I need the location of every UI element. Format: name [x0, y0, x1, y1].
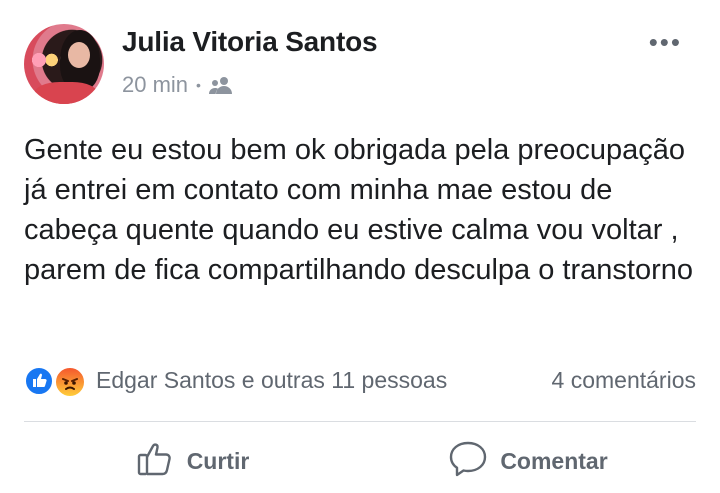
post-meta: 20 min • — [122, 72, 233, 98]
avatar-flowers — [30, 50, 60, 70]
post-header: Julia Vitoria Santos 20 min • ••• — [24, 22, 696, 106]
comment-button[interactable]: Comentar — [360, 436, 696, 486]
comments-count[interactable]: 4 comentários — [552, 367, 696, 394]
angry-icon — [54, 366, 86, 398]
avatar-shirt — [34, 82, 98, 104]
avatar-face — [68, 42, 90, 68]
comment-bubble-icon — [448, 438, 488, 484]
more-options-icon[interactable]: ••• — [649, 29, 682, 55]
reactions-bar[interactable]: Edgar Santos e outras 11 pessoas 4 comen… — [24, 362, 696, 398]
group-icon — [208, 75, 233, 95]
reaction-names[interactable]: Edgar Santos e outras 11 pessoas — [96, 367, 447, 394]
like-icon — [24, 366, 54, 396]
avatar[interactable] — [24, 24, 104, 104]
like-button-label: Curtir — [186, 447, 250, 474]
comment-button-label: Comentar — [500, 447, 608, 474]
meta-separator: • — [196, 77, 201, 93]
divider — [24, 421, 696, 422]
thumbs-up-icon — [135, 438, 175, 484]
action-bar: Curtir Comentar — [24, 436, 696, 486]
like-button[interactable]: Curtir — [24, 436, 360, 486]
post-time[interactable]: 20 min — [122, 72, 188, 98]
post-text: Gente eu estou bem ok obrigada pela preo… — [24, 134, 693, 286]
author-name[interactable]: Julia Vitoria Santos — [122, 26, 378, 58]
reaction-icons[interactable] — [24, 364, 88, 398]
